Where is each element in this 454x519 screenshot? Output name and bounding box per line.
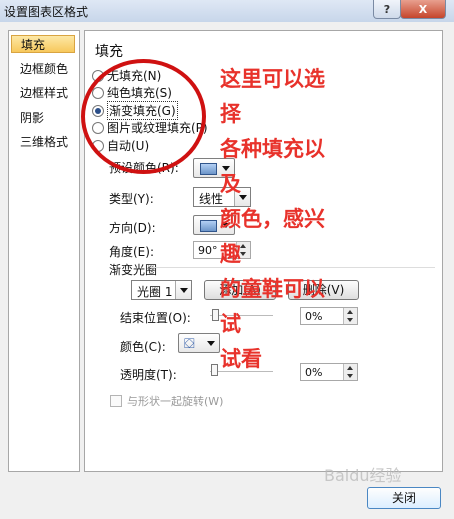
end-position-label: 结束位置(O): — [120, 311, 191, 325]
sidebar-item-3d-format[interactable]: 三维格式 — [11, 133, 75, 151]
rotate-with-shape-label: 与形状一起旋转(W) — [127, 395, 224, 408]
angle-label: 角度(E): — [109, 245, 154, 259]
gradient-stop-value: 光圈 1 — [137, 285, 173, 299]
sidebar-item-fill[interactable]: 填充 — [11, 35, 75, 53]
watermark: Baidu经验 — [324, 466, 402, 485]
transparency-label: 透明度(T): — [120, 368, 177, 382]
close-button[interactable]: 关闭 — [367, 487, 441, 509]
sidebar-item-shadow[interactable]: 阴影 — [11, 109, 75, 127]
help-button[interactable]: ? — [373, 0, 401, 19]
decrease-icon[interactable] — [343, 316, 357, 324]
checkbox-icon[interactable] — [110, 395, 122, 407]
chevron-down-icon — [207, 341, 215, 346]
transparency-slider-thumb[interactable] — [211, 364, 218, 376]
direction-label: 方向(D): — [109, 221, 156, 235]
gradient-swatch-icon — [200, 163, 217, 175]
gradient-color-picker[interactable]: ⛋ — [178, 333, 220, 353]
color-label: 颜色(C): — [120, 340, 166, 354]
direction-swatch-icon — [200, 220, 217, 232]
title-bar[interactable]: 设置图表区格式 ? X — [0, 0, 454, 22]
red-circle-highlight — [81, 59, 206, 174]
dialog-title: 设置图表区格式 — [4, 5, 89, 19]
red-annotation-text: 这里可以选择 各种填充以及 颜色，感兴趣 的童鞋可以试 试看 — [220, 67, 325, 371]
sidebar-item-border-color[interactable]: 边框颜色 — [11, 60, 75, 78]
fill-section-title: 填充 — [95, 44, 123, 60]
format-chart-area-dialog: 设置图表区格式 ? X 填充 边框颜色 边框样式 阴影 三维格式 填充 无填充(… — [0, 0, 454, 519]
decrease-icon[interactable] — [343, 372, 357, 380]
category-sidebar: 填充 边框颜色 边框样式 阴影 三维格式 — [8, 30, 80, 472]
sidebar-item-border-style[interactable]: 边框样式 — [11, 84, 75, 102]
paint-bucket-icon: ⛋ — [184, 336, 195, 352]
gradient-stops-label: 渐变光圈 — [109, 263, 158, 277]
angle-value: 90° — [198, 244, 218, 257]
type-label: 类型(Y): — [109, 192, 154, 206]
close-title-button[interactable]: X — [400, 0, 446, 19]
rotate-with-shape-option[interactable]: 与形状一起旋转(W) — [110, 393, 223, 409]
end-position-slider-thumb[interactable] — [212, 309, 219, 321]
gradient-stop-select[interactable]: 光圈 1 — [131, 280, 192, 300]
chevron-down-icon[interactable] — [175, 281, 191, 299]
